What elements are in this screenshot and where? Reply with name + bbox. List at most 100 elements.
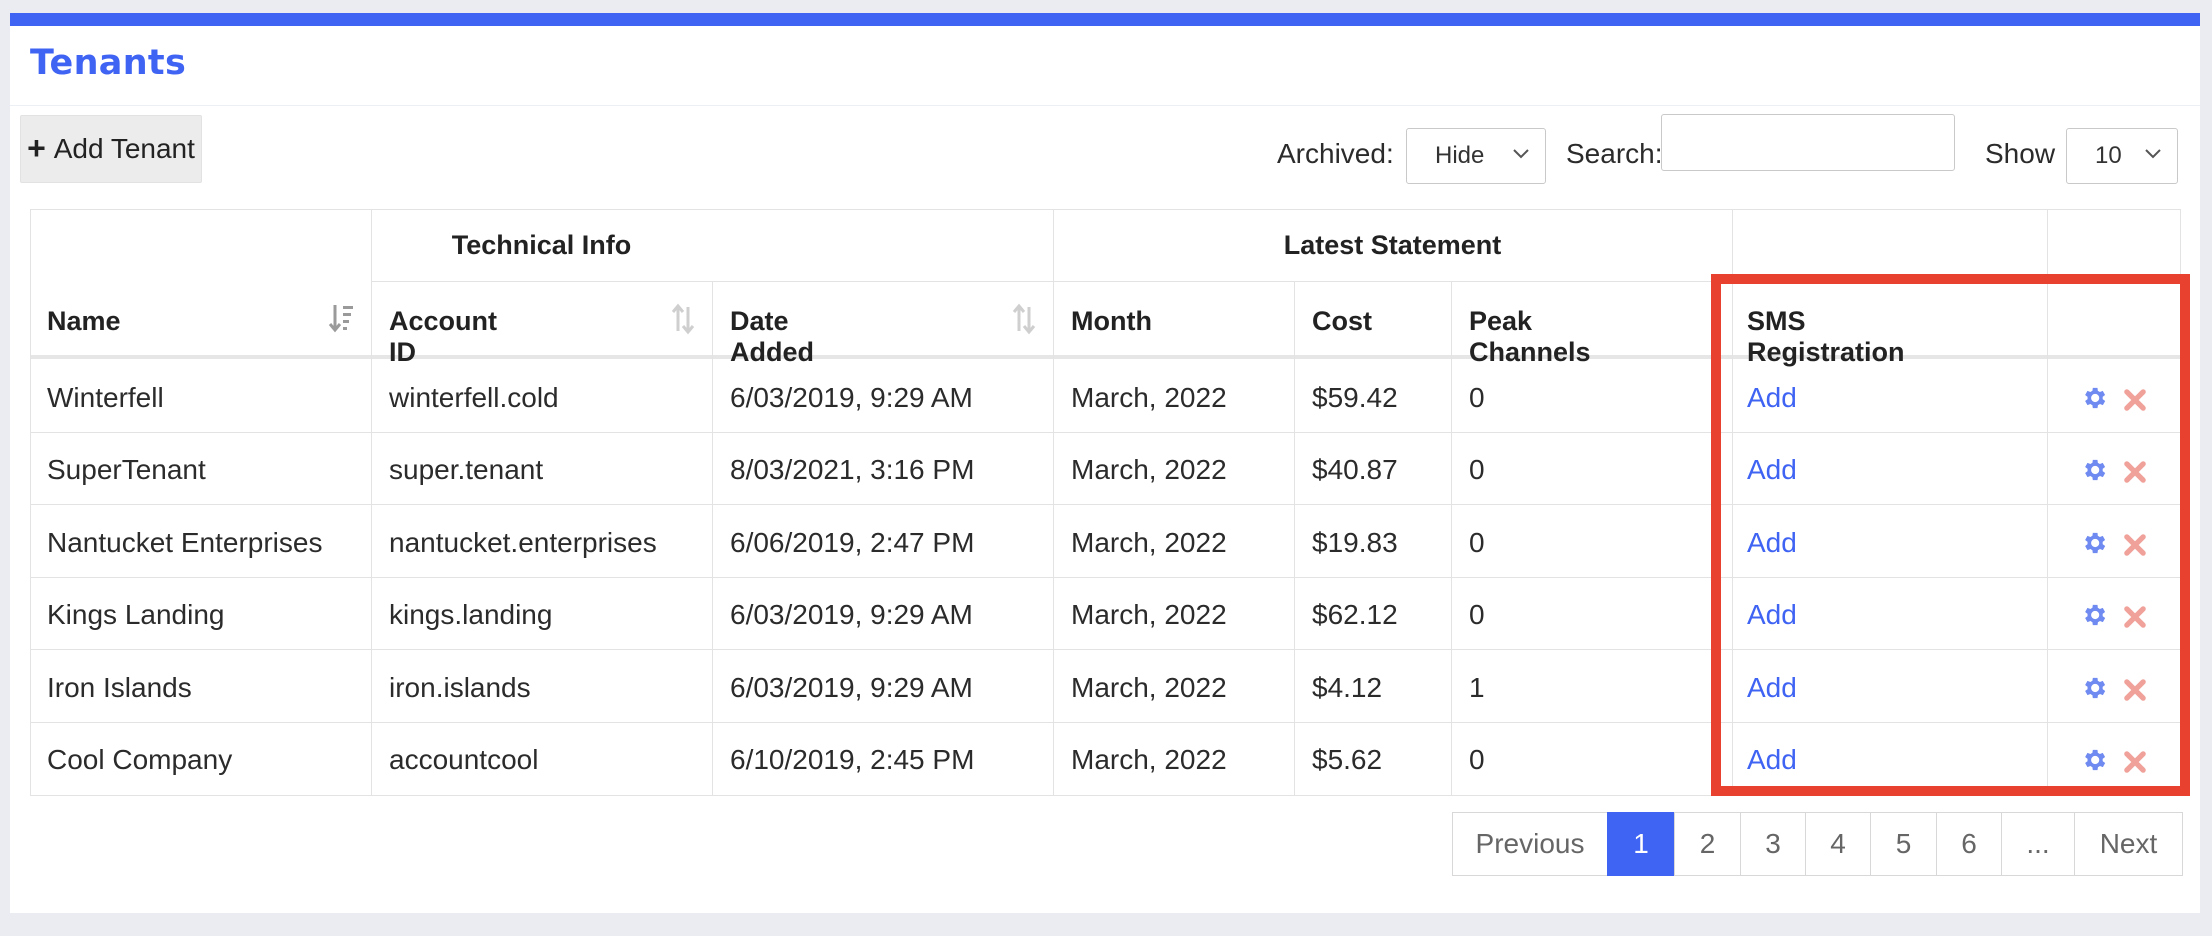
table-border (2180, 209, 2181, 796)
statement-month: March, 2022 (1071, 527, 1227, 558)
gear-icon[interactable] (2080, 674, 2108, 702)
sms-add-link[interactable]: Add (1747, 599, 1797, 631)
statement-month: March, 2022 (1071, 382, 1227, 413)
statement-cost: $59.42 (1312, 382, 1398, 413)
col-divider (712, 281, 713, 796)
sms-add-link[interactable]: Add (1747, 672, 1797, 704)
add-tenant-label: Add Tenant (53, 133, 195, 164)
col-divider (2047, 209, 2048, 796)
column-header-name[interactable]: Name (47, 306, 121, 337)
date-added: 6/06/2019, 2:47 PM (730, 527, 975, 558)
date-added: 8/03/2021, 3:16 PM (730, 454, 975, 485)
plus-icon: + (27, 129, 46, 166)
page-1-button[interactable]: 1 (1607, 812, 1675, 876)
group-header-statement: Latest Statement (1283, 230, 1502, 260)
close-icon[interactable] (2121, 676, 2149, 704)
column-header-sms-registration: SMS Registration (1747, 306, 1905, 367)
statement-cost: $4.12 (1312, 672, 1383, 703)
account-id: winterfell.cold (389, 382, 559, 413)
close-icon[interactable] (2121, 458, 2149, 486)
column-header-date-added[interactable]: Date Added (730, 306, 814, 368)
tenant-name: Kings Landing (47, 599, 225, 630)
close-icon[interactable] (2121, 603, 2149, 631)
peak-channels: 0 (1469, 744, 1485, 775)
gear-icon[interactable] (2080, 456, 2108, 484)
tenant-name: SuperTenant (47, 454, 206, 485)
col-divider (371, 209, 372, 796)
page-2-button[interactable]: 2 (1674, 812, 1741, 876)
sms-add-link[interactable]: Add (1747, 527, 1797, 559)
page-6-button[interactable]: 6 (1936, 812, 2002, 876)
column-header-cost: Cost (1312, 306, 1372, 336)
peak-channels: 0 (1469, 454, 1485, 485)
close-icon[interactable] (2121, 531, 2149, 559)
col-divider (30, 209, 31, 796)
accent-bar (10, 13, 2200, 26)
tenant-name: Nantucket Enterprises (47, 527, 323, 558)
page-size-value: 10 (2095, 142, 2122, 169)
page-5-button[interactable]: 5 (1870, 812, 1937, 876)
next-page-button[interactable]: Next (2074, 812, 2183, 876)
table-border (30, 795, 2180, 796)
statement-cost: $19.83 (1312, 527, 1398, 558)
statement-month: March, 2022 (1071, 599, 1227, 630)
close-icon[interactable] (2121, 748, 2149, 776)
sort-icon[interactable] (1011, 303, 1037, 335)
sort-desc-icon[interactable] (328, 303, 354, 335)
page-4-button[interactable]: 4 (1805, 812, 1871, 876)
row-divider (30, 722, 2180, 723)
archived-select[interactable]: Hide (1406, 128, 1546, 184)
account-id: accountcool (389, 744, 539, 775)
tenant-name: Winterfell (47, 382, 164, 413)
gear-icon[interactable] (2080, 746, 2108, 774)
column-header-account-id[interactable]: Account ID (389, 306, 497, 368)
gear-icon[interactable] (2080, 384, 2108, 412)
column-header-month: Month (1071, 306, 1152, 336)
tenant-name: Cool Company (47, 744, 233, 775)
sms-add-link[interactable]: Add (1747, 454, 1797, 486)
header-divider (371, 281, 1733, 282)
date-added: 6/03/2019, 9:29 AM (730, 382, 973, 413)
sort-icon[interactable] (670, 303, 696, 335)
close-icon[interactable] (2121, 386, 2149, 414)
gear-icon[interactable] (2080, 529, 2108, 557)
peak-channels: 0 (1469, 527, 1485, 558)
col-divider (1732, 209, 1733, 796)
date-added: 6/03/2019, 9:29 AM (730, 672, 973, 703)
peak-channels: 0 (1469, 599, 1485, 630)
page-title: Tenants (30, 43, 187, 83)
tenant-name: Iron Islands (47, 672, 192, 703)
col-divider (1451, 281, 1452, 796)
sms-add-link[interactable]: Add (1747, 382, 1797, 414)
archived-value: Hide (1435, 142, 1485, 169)
column-header-peak-channels: Peak Channels (1469, 306, 1591, 367)
date-added: 6/03/2019, 9:29 AM (730, 599, 973, 630)
sms-add-link[interactable]: Add (1747, 744, 1797, 776)
statement-month: March, 2022 (1071, 454, 1227, 485)
pagination-ellipsis: ... (2001, 812, 2075, 876)
row-divider (30, 577, 2180, 578)
page-size-select[interactable]: 10 (2066, 128, 2178, 184)
page-3-button[interactable]: 3 (1740, 812, 1806, 876)
gear-icon[interactable] (2080, 601, 2108, 629)
group-header-technical: Technical Info (451, 230, 632, 260)
col-divider (1053, 209, 1054, 796)
account-id: kings.landing (389, 599, 553, 630)
search-input[interactable] (1661, 114, 1955, 171)
previous-page-button[interactable]: Previous (1452, 812, 1608, 876)
table-border (30, 209, 2180, 210)
search-label: Search: (1566, 138, 1663, 169)
chevron-down-icon (2145, 149, 2161, 159)
row-divider (30, 504, 2180, 505)
row-divider (30, 432, 2180, 433)
account-id: iron.islands (389, 672, 531, 703)
archived-label: Archived: (1277, 138, 1394, 169)
row-divider (30, 649, 2180, 650)
add-tenant-button[interactable]: + Add Tenant (20, 115, 202, 183)
pagination: Previous 1 2 3 4 5 6 ... Next (1452, 812, 2183, 878)
statement-cost: $40.87 (1312, 454, 1398, 485)
divider (10, 105, 2200, 106)
peak-channels: 1 (1469, 672, 1485, 703)
col-divider (1294, 281, 1295, 796)
statement-month: March, 2022 (1071, 744, 1227, 775)
